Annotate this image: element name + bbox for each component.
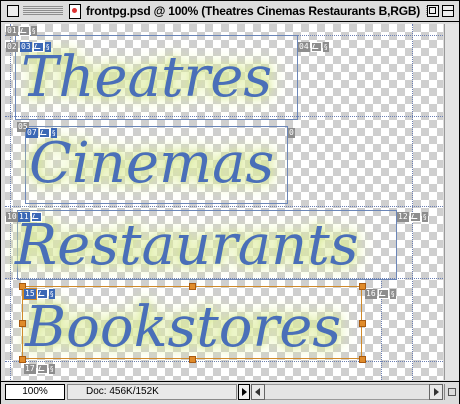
slice-guide <box>10 24 11 380</box>
slice-number: 17 <box>24 363 36 374</box>
slice-guide <box>5 206 443 207</box>
image-icon <box>38 127 50 138</box>
slice-tag[interactable]: 15 § <box>23 287 55 300</box>
selection-handle[interactable] <box>359 320 366 327</box>
link-icon: § <box>421 211 428 222</box>
scroll-left-arrow-icon[interactable] <box>251 384 265 400</box>
scroll-right-arrow-icon[interactable] <box>429 384 443 400</box>
word-restaurants: Restaurants <box>15 213 359 278</box>
slice-tag[interactable]: 02 <box>6 41 18 52</box>
slice-number: 10 <box>6 211 18 222</box>
image-icon <box>377 288 389 299</box>
collapse-box-icon[interactable] <box>442 5 454 17</box>
slice-tag[interactable]: 17 § <box>24 363 55 374</box>
doc-size-info: Doc: 456K/152K <box>67 384 237 400</box>
slice-number: 11 <box>18 211 30 222</box>
link-icon: § <box>30 25 37 36</box>
slice-number: 01 <box>6 25 18 36</box>
title-group: frontpg.psd @ 100% (Theatres Cinemas Res… <box>63 2 427 20</box>
horizontal-scrollbar[interactable] <box>265 384 429 400</box>
image-icon <box>32 41 44 52</box>
slice-15-selection[interactable] <box>22 286 362 359</box>
link-icon: § <box>50 127 57 138</box>
selection-handle[interactable] <box>189 283 196 290</box>
slice-guide <box>412 24 413 380</box>
slice-tag[interactable]: 16 § <box>365 288 396 299</box>
zoom-level-field[interactable]: 100% <box>5 384 65 400</box>
selection-handle[interactable] <box>189 356 196 363</box>
zoom-box-icon[interactable] <box>427 5 439 17</box>
image-canvas[interactable]: Theatres Cinemas Restaurants Bookstores … <box>5 24 443 380</box>
close-box-icon[interactable] <box>7 5 19 17</box>
document-icon <box>69 3 81 19</box>
link-icon: § <box>44 41 51 52</box>
slice-tag[interactable]: 0 <box>288 127 295 138</box>
slice-tag[interactable]: 01 § <box>6 25 37 36</box>
slice-number: 04 <box>298 41 310 52</box>
link-icon: § <box>389 288 396 299</box>
slice-tag[interactable]: 04 § <box>298 41 329 52</box>
link-icon: § <box>48 288 55 299</box>
selection-handle[interactable] <box>19 320 26 327</box>
image-icon <box>18 25 30 36</box>
title-bar[interactable]: frontpg.psd @ 100% (Theatres Cinemas Res… <box>1 1 459 22</box>
image-icon <box>36 363 48 374</box>
window-title: frontpg.psd @ 100% (Theatres Cinemas Res… <box>86 4 421 18</box>
slice-tag[interactable]: 11 <box>18 211 42 222</box>
slice-tag[interactable]: 10 <box>6 211 18 222</box>
word-cinemas: Cinemas <box>29 131 275 196</box>
slice-number: 16 <box>365 288 377 299</box>
document-window: frontpg.psd @ 100% (Theatres Cinemas Res… <box>0 0 460 404</box>
link-icon: § <box>322 41 329 52</box>
selection-handle[interactable] <box>19 356 26 363</box>
slice-tag[interactable]: 12 § <box>397 211 428 222</box>
slice-number: 07 <box>26 127 38 138</box>
resize-grow-box-icon[interactable] <box>444 384 459 400</box>
slice-number: 0 <box>288 127 295 138</box>
image-icon <box>409 211 421 222</box>
link-icon: § <box>48 363 55 374</box>
status-menu-arrow-icon[interactable] <box>238 384 250 400</box>
slice-number: 02 <box>6 41 18 52</box>
slice-tag[interactable]: 07 § <box>26 127 57 138</box>
image-icon <box>36 288 48 299</box>
slice-number: 12 <box>397 211 409 222</box>
selection-handle[interactable] <box>359 356 366 363</box>
image-icon <box>30 211 42 222</box>
slice-tag[interactable]: 03 § <box>20 41 51 52</box>
slice-guide <box>5 361 443 362</box>
word-theatres: Theatres <box>21 45 273 110</box>
slice-number: 15 <box>23 287 37 300</box>
slice-number: 03 <box>20 41 32 52</box>
image-icon <box>310 41 322 52</box>
vertical-scrollbar[interactable] <box>444 24 459 380</box>
